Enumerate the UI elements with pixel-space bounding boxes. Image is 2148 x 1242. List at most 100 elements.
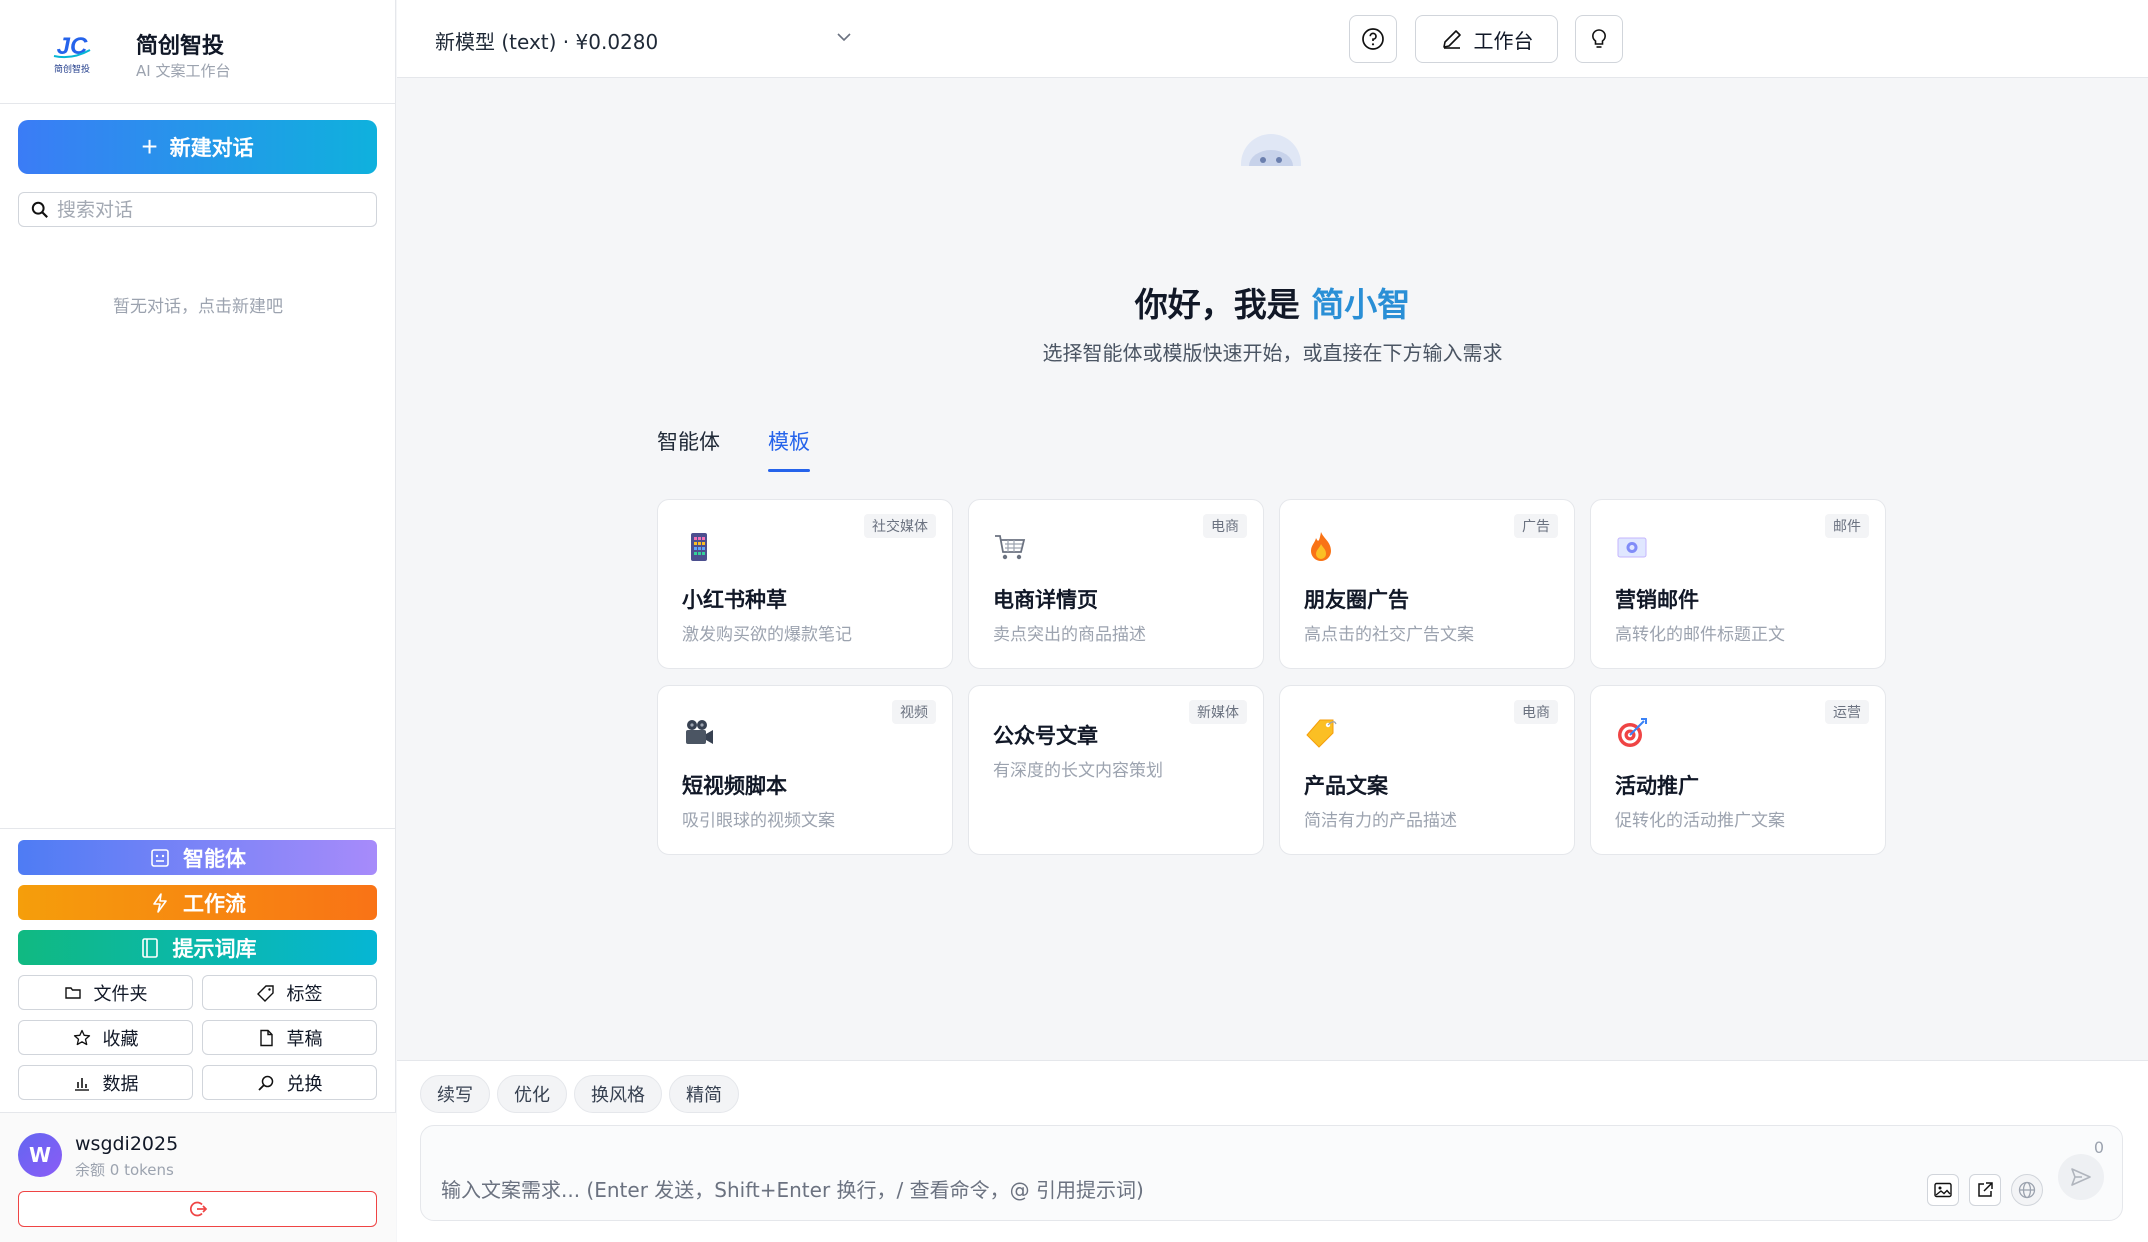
char-counter: 0 — [2093, 1138, 2104, 1157]
chevron-down-icon[interactable] — [835, 28, 853, 46]
web-search-button[interactable] — [2011, 1174, 2043, 1206]
help-button[interactable] — [1349, 15, 1397, 63]
greeting-title: 你好，我是 简小智 — [397, 278, 2148, 326]
bar-chart-icon — [74, 1077, 89, 1091]
external-link-button[interactable] — [1969, 1174, 2001, 1206]
template-card-xiaohongshu[interactable]: 社交媒体 小红书种草 激发购买欲的爆款笔记 — [657, 499, 953, 669]
phone-icon — [691, 533, 707, 561]
globe-icon — [2018, 1181, 2036, 1199]
send-button[interactable] — [2058, 1154, 2104, 1200]
model-selector[interactable]: 新模型 (text) · ¥0.0280 — [435, 26, 658, 55]
template-card-official-account[interactable]: 新媒体 公众号文章 有深度的长文内容策划 — [968, 685, 1264, 855]
card-desc: 吸引眼球的视频文案 — [682, 811, 835, 831]
shopping-cart-icon — [995, 535, 1026, 560]
topbar: 新模型 (text) · ¥0.0280 工作台 — [397, 0, 2148, 78]
card-title: 产品文案 — [1304, 774, 1388, 798]
workbench-button[interactable]: 工作台 — [1415, 15, 1558, 63]
logout-icon — [189, 1201, 207, 1217]
tips-button[interactable] — [1575, 15, 1623, 63]
message-input[interactable] — [441, 1174, 1901, 1208]
star-icon — [73, 1029, 90, 1045]
prompt-library-button[interactable]: 提示词库 — [18, 930, 377, 965]
card-tag: 新媒体 — [1189, 700, 1247, 724]
movie-camera-icon — [686, 720, 713, 744]
username: wsgdi2025 — [75, 1133, 179, 1155]
brand-logo: JC 简创智投 — [53, 33, 91, 75]
template-card-short-video[interactable]: 视频 短视频脚本 吸引眼球的视频文案 — [657, 685, 953, 855]
magnifier-icon — [257, 1075, 273, 1091]
target-icon — [1618, 718, 1647, 747]
search-box — [18, 192, 377, 227]
card-tag: 广告 — [1514, 514, 1558, 538]
data-label: 数据 — [102, 1073, 139, 1095]
brand-header: JC 简创智投 简创智投 AI 文案工作台 — [0, 0, 396, 104]
card-title: 营销邮件 — [1615, 588, 1699, 612]
external-link-icon — [1978, 1182, 1993, 1197]
drafts-label: 草稿 — [286, 1028, 323, 1050]
chip-simplify[interactable]: 精简 — [669, 1075, 739, 1113]
workflow-button[interactable]: 工作流 — [18, 885, 377, 920]
lightbulb-icon — [1592, 29, 1606, 48]
card-tag: 视频 — [892, 700, 936, 724]
data-button[interactable]: 数据 — [18, 1065, 193, 1100]
favorites-label: 收藏 — [102, 1028, 139, 1050]
image-icon — [1934, 1182, 1952, 1198]
assistant-name: 简小智 — [1311, 285, 1411, 324]
template-card-moments-ad[interactable]: 广告 朋友圈广告 高点击的社交广告文案 — [1279, 499, 1575, 669]
tag-icon — [256, 984, 274, 1002]
image-upload-button[interactable] — [1927, 1174, 1959, 1206]
document-icon — [259, 1029, 273, 1046]
agent-button[interactable]: 智能体 — [18, 840, 377, 875]
send-icon — [2071, 1168, 2091, 1186]
favorites-button[interactable]: 收藏 — [18, 1020, 193, 1055]
empty-conversations-text: 暂无对话，点击新建吧 — [113, 297, 283, 317]
new-chat-label: 新建对话 — [169, 137, 254, 160]
new-chat-button[interactable]: + 新建对话 — [18, 120, 377, 174]
tag-label: 标签 — [286, 983, 323, 1005]
template-card-marketing-email[interactable]: 邮件 营销邮件 高转化的邮件标题正文 — [1590, 499, 1886, 669]
card-tag: 运营 — [1825, 700, 1869, 724]
book-icon — [141, 937, 158, 958]
lightning-icon — [153, 892, 167, 913]
workbench-label: 工作台 — [1473, 28, 1534, 53]
tag-button[interactable]: 标签 — [202, 975, 377, 1010]
chip-continue[interactable]: 续写 — [420, 1075, 490, 1113]
envelope-icon — [1617, 537, 1647, 558]
template-card-product-copy[interactable]: 电商 产品文案 简洁有力的产品描述 — [1279, 685, 1575, 855]
card-desc: 卖点突出的商品描述 — [993, 625, 1146, 645]
fire-icon — [1311, 532, 1331, 561]
mascot-icon — [1241, 134, 1301, 166]
chip-change-style[interactable]: 换风格 — [574, 1075, 662, 1113]
card-desc: 高转化的邮件标题正文 — [1615, 625, 1785, 645]
sidebar: JC 简创智投 简创智投 AI 文案工作台 + 新建对话 暂无对话，点击新建吧 … — [0, 0, 396, 1242]
search-input[interactable] — [57, 198, 357, 221]
pencil-icon — [1442, 30, 1461, 49]
template-card-campaign[interactable]: 运营 活动推广 促转化的活动推广文案 — [1590, 685, 1886, 855]
card-title: 朋友圈广告 — [1304, 588, 1409, 612]
redeem-button[interactable]: 兑换 — [202, 1065, 377, 1100]
folder-label: 文件夹 — [93, 983, 148, 1005]
tab-agents[interactable]: 智能体 — [657, 426, 720, 456]
logout-button[interactable] — [18, 1191, 377, 1227]
plus-icon: + — [141, 131, 158, 162]
folder-button[interactable]: 文件夹 — [18, 975, 193, 1010]
help-icon — [1362, 28, 1384, 50]
card-tag: 电商 — [1514, 700, 1558, 724]
tab-templates[interactable]: 模板 — [768, 426, 810, 456]
card-title: 短视频脚本 — [682, 774, 787, 798]
card-desc: 简洁有力的产品描述 — [1304, 811, 1457, 831]
robot-icon — [151, 848, 169, 867]
card-title: 小红书种草 — [682, 588, 787, 612]
card-tag: 邮件 — [1825, 514, 1869, 538]
card-desc: 有深度的长文内容策划 — [993, 761, 1163, 781]
brand-subtitle: AI 文案工作台 — [136, 62, 231, 80]
chip-optimize[interactable]: 优化 — [497, 1075, 567, 1113]
template-card-ecommerce-detail[interactable]: 电商 电商详情页 卖点突出的商品描述 — [968, 499, 1264, 669]
workflow-label: 工作流 — [183, 891, 246, 916]
avatar[interactable]: W — [18, 1133, 62, 1177]
message-input-box: 0 — [420, 1125, 2123, 1221]
svg-text:简创智投: 简创智投 — [54, 63, 90, 75]
redeem-label: 兑换 — [286, 1073, 323, 1095]
drafts-button[interactable]: 草稿 — [202, 1020, 377, 1055]
greeting-prefix: 你好，我是 — [1134, 285, 1312, 324]
